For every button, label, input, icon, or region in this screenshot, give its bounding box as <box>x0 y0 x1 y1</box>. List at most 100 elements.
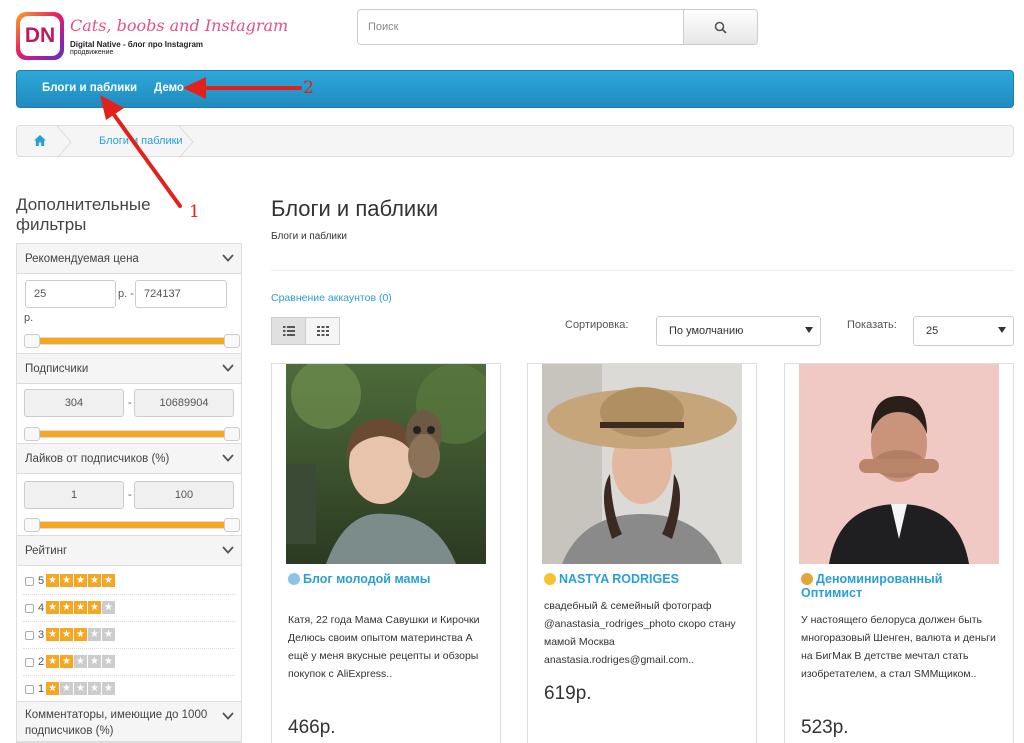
rating-checkbox[interactable] <box>25 577 34 586</box>
likes-range-slider[interactable] <box>24 518 240 532</box>
divider <box>271 270 1014 271</box>
filter-likes-label: Лайков от подписчиков (%) <box>25 453 170 465</box>
filter-commentators-header[interactable]: Комментаторы, имеющие до 1000 подписчико… <box>17 702 241 742</box>
star-icon: ★ <box>102 682 115 695</box>
compare-accounts-link[interactable]: Сравнение аккаунтов (0) <box>271 292 392 304</box>
logo-badge-text: DN <box>20 16 60 56</box>
grid-view-button[interactable] <box>305 317 340 345</box>
rating-filter-row[interactable]: 1 ★ ★ ★ ★ ★ <box>23 676 235 703</box>
filter-subscribers-header[interactable]: Подписчики <box>17 354 241 384</box>
star-icon: ★ <box>60 682 73 695</box>
range-separator: - <box>128 489 132 501</box>
filter-commentators-label: Комментаторы, имеющие до 1000 подписчико… <box>25 709 208 737</box>
filter-price-header[interactable]: Рекомендуемая цена <box>17 244 241 274</box>
rating-filter-row[interactable]: 5 ★ ★ ★ ★ ★ <box>23 568 235 595</box>
chevron-down-icon <box>222 546 234 554</box>
search-bar <box>357 9 758 45</box>
rating-filter-row[interactable]: 2 ★ ★ ★ ★ ★ <box>23 649 235 676</box>
nav-item-demo[interactable]: Демо <box>154 82 184 94</box>
account-photo[interactable] <box>286 364 486 564</box>
filter-rating-label: Рейтинг <box>25 545 68 557</box>
caret-down-icon <box>805 327 813 333</box>
rating-checkbox[interactable] <box>25 658 34 667</box>
search-input[interactable] <box>357 9 684 45</box>
account-title-link[interactable]: Блог молодой мамы <box>288 572 488 586</box>
filter-subscribers-body: 304 - 10689904 <box>17 384 241 444</box>
list-view-button[interactable] <box>271 317 306 345</box>
chevron-down-icon <box>222 454 234 462</box>
breadcrumb-separator <box>57 126 72 158</box>
account-description: Катя, 22 года Мама Савушки и Кирочки Дел… <box>288 614 480 680</box>
account-photo[interactable] <box>799 364 999 564</box>
account-card[interactable]: Деноминированный Оптимист У настоящего б… <box>784 363 1014 743</box>
site-logo[interactable]: DN Cats, boobs and Instagram Digital Nat… <box>16 12 288 62</box>
rating-filter-row[interactable]: 3 ★ ★ ★ ★ ★ <box>23 622 235 649</box>
site-tagline-2: продвижение <box>70 49 114 56</box>
account-title-link[interactable]: NASTYA RODRIGES <box>544 572 744 586</box>
slider-handle-max[interactable] <box>224 518 240 532</box>
slider-handle-min[interactable] <box>24 334 40 348</box>
account-description: У настоящего белоруса должен быть многор… <box>801 614 996 680</box>
filter-likes-header[interactable]: Лайков от подписчиков (%) <box>17 444 241 474</box>
star-icon: ★ <box>88 655 101 668</box>
subscribers-max-input[interactable]: 10689904 <box>134 389 234 417</box>
rating-stars: ★ ★ ★ ★ ★ <box>46 682 115 695</box>
rating-stars: ★ ★ ★ ★ ★ <box>46 574 115 587</box>
search-button[interactable] <box>683 9 758 45</box>
price-max-input[interactable]: 724137 <box>135 280 227 308</box>
rating-checkbox[interactable] <box>25 685 34 694</box>
home-icon[interactable] <box>33 134 47 147</box>
account-photo[interactable] <box>542 364 742 564</box>
burger-icon <box>801 573 813 585</box>
chevron-down-icon <box>222 712 234 720</box>
rating-value: 1 <box>38 683 45 695</box>
show-label: Показать: <box>847 319 897 331</box>
rating-value: 3 <box>38 629 45 641</box>
slider-handle-max[interactable] <box>224 427 240 441</box>
star-icon: ★ <box>74 628 87 641</box>
likes-min-input[interactable]: 1 <box>24 481 124 509</box>
price-unit-separator: р. - <box>118 288 134 300</box>
sort-select[interactable]: По умолчанию <box>656 316 821 346</box>
slider-handle-max[interactable] <box>224 334 240 348</box>
filters-panel: Рекомендуемая цена 25 р. - 724137 р. Под… <box>16 243 242 743</box>
account-price: 523р. <box>801 717 849 738</box>
show-count-select[interactable]: 25 <box>913 316 1014 346</box>
account-description: свадебный & семейный фотограф @anastasia… <box>544 600 736 666</box>
slider-handle-min[interactable] <box>24 518 40 532</box>
subscribers-range-slider[interactable] <box>24 427 240 441</box>
star-icon: ★ <box>74 601 87 614</box>
rating-stars: ★ ★ ★ ★ ★ <box>46 601 115 614</box>
photo-woman-in-hat <box>542 364 742 564</box>
emoji-icon <box>288 573 300 585</box>
breadcrumb: Блоги и паблики <box>16 125 1014 158</box>
star-icon: ★ <box>46 628 59 641</box>
nav-item-blogs[interactable]: Блоги и паблики <box>42 82 137 94</box>
subscribers-min-input[interactable]: 304 <box>24 389 124 417</box>
account-card[interactable]: NASTYA RODRIGES свадебный & семейный фот… <box>527 363 757 743</box>
star-icon: ★ <box>46 601 59 614</box>
annotation-number-1: 1 <box>189 202 200 222</box>
photo-man-covering-mouth <box>799 364 999 564</box>
account-title: NASTYA RODRIGES <box>559 572 679 586</box>
account-title-link[interactable]: Деноминированный Оптимист <box>801 572 1001 600</box>
price-min-input[interactable]: 25 <box>25 280 116 308</box>
account-title: Деноминированный Оптимист <box>801 572 943 600</box>
star-icon: ★ <box>46 682 59 695</box>
photo-girl-with-owl <box>286 364 486 564</box>
star-icon: ★ <box>74 655 87 668</box>
slider-handle-min[interactable] <box>24 427 40 441</box>
rating-filter-row[interactable]: 4 ★ ★ ★ ★ ★ <box>23 595 235 622</box>
account-card[interactable]: Блог молодой мамы Катя, 22 года Мама Сав… <box>271 363 501 743</box>
page-title: Блоги и паблики <box>271 196 439 221</box>
filter-rating-header[interactable]: Рейтинг <box>17 536 241 566</box>
rating-checkbox[interactable] <box>25 631 34 640</box>
grid-icon <box>316 326 329 336</box>
breadcrumb-current[interactable]: Блоги и паблики <box>99 135 183 147</box>
likes-max-input[interactable]: 100 <box>134 481 234 509</box>
yellow-heart-icon <box>544 573 556 585</box>
rating-value: 2 <box>38 656 45 668</box>
price-range-slider[interactable] <box>24 334 240 348</box>
star-icon: ★ <box>88 682 101 695</box>
rating-checkbox[interactable] <box>25 604 34 613</box>
